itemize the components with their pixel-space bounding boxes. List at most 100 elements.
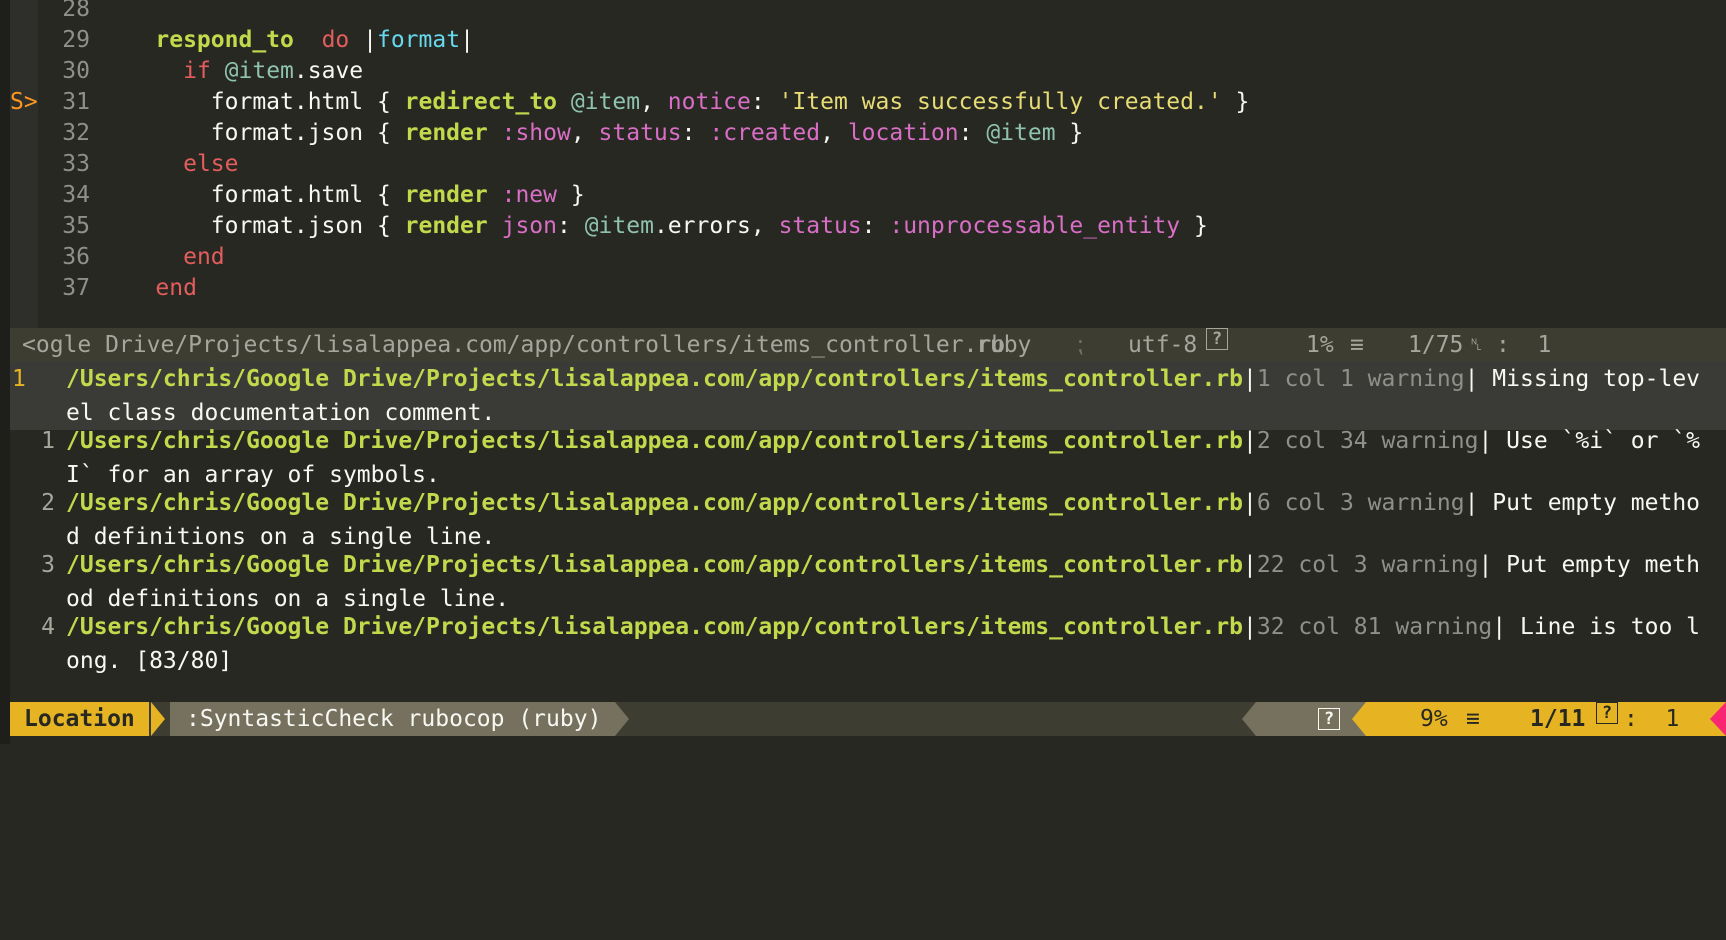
command-separator bbox=[615, 702, 629, 736]
command-line bbox=[10, 736, 1726, 744]
item-line: /Users/chris/Google Drive/Projects/lisal… bbox=[66, 610, 1700, 644]
code-token: , bbox=[820, 120, 848, 146]
item-message: Put empty metho bbox=[1478, 490, 1701, 516]
location-list[interactable]: 1/Users/chris/Google Drive/Projects/lisa… bbox=[10, 362, 1726, 702]
code-text: format.html { render :new } bbox=[100, 178, 585, 212]
code-token: @item bbox=[986, 120, 1056, 146]
separator: | bbox=[1243, 614, 1257, 640]
syntax-sign: S> bbox=[10, 89, 38, 115]
code-token: : bbox=[556, 213, 585, 239]
code-token: @item bbox=[570, 89, 641, 115]
menu-icon: ≡ bbox=[1350, 332, 1364, 358]
location-list-item[interactable]: 1/Users/chris/Google Drive/Projects/lisa… bbox=[10, 424, 1726, 492]
item-location: 1 col 1 warning bbox=[1256, 366, 1465, 392]
separator: | bbox=[1478, 428, 1493, 454]
code-text: end bbox=[100, 240, 225, 274]
unknown-segment: ? bbox=[1256, 702, 1366, 736]
item-location: 22 col 3 warning bbox=[1256, 552, 1479, 578]
item-message-wrap: ong. [83/80] bbox=[66, 648, 233, 674]
code-text: else bbox=[100, 147, 238, 181]
status-line: <ogle Drive/Projects/lisalappea.com/app/… bbox=[10, 328, 1726, 362]
item-message: Put empty meth bbox=[1492, 552, 1701, 578]
mode-separator bbox=[151, 702, 165, 736]
item-line: /Users/chris/Google Drive/Projects/lisal… bbox=[66, 424, 1700, 458]
command-label: :SyntasticCheck rubocop (ruby) bbox=[170, 702, 616, 736]
location-list-item[interactable]: 1/Users/chris/Google Drive/Projects/lisa… bbox=[10, 362, 1726, 430]
code-editor[interactable]: 28 29 respond_to do |format| 30 if @item.s… bbox=[10, 0, 1726, 328]
code-text: respond_to do |format| bbox=[100, 23, 474, 57]
code-text: end bbox=[100, 271, 197, 305]
code-token: if bbox=[183, 58, 211, 84]
separator: | bbox=[1243, 552, 1257, 578]
code-token: format bbox=[376, 27, 461, 53]
location-list-item[interactable]: 3/Users/chris/Google Drive/Projects/lisa… bbox=[10, 548, 1726, 616]
code-token: format.json { bbox=[100, 213, 405, 239]
code-token: } bbox=[1055, 120, 1084, 146]
item-number: 4 bbox=[41, 614, 55, 640]
right-separator bbox=[1242, 702, 1256, 736]
item-location: 2 col 34 warning bbox=[1256, 428, 1479, 454]
line-number: 36 bbox=[62, 244, 90, 270]
file-encoding: utf-8 bbox=[1128, 332, 1198, 358]
code-token: end bbox=[183, 244, 225, 270]
sign-column bbox=[10, 0, 38, 328]
file-path: /Users/chris/Google Drive/Projects/lisal… bbox=[66, 428, 1244, 454]
column-number: : 1 bbox=[1496, 332, 1552, 358]
code-token: .save bbox=[293, 58, 364, 84]
code-token: : bbox=[958, 120, 987, 146]
cursor-position: 1/11 bbox=[1530, 706, 1586, 732]
code-token: format.json { bbox=[100, 120, 405, 146]
window-left-edge bbox=[0, 0, 10, 744]
cursor-position: 1/75 bbox=[1408, 332, 1464, 358]
position-separator bbox=[1352, 702, 1366, 736]
item-number: 1 bbox=[41, 428, 55, 454]
item-message: Use `%i` or `% bbox=[1492, 428, 1701, 454]
code-token: : bbox=[681, 120, 710, 146]
code-token: : bbox=[750, 89, 779, 115]
column-number: : 1 bbox=[1624, 706, 1680, 732]
code-token: | bbox=[349, 27, 377, 53]
item-location: 32 col 81 warning bbox=[1256, 614, 1493, 640]
code-token: .errors, bbox=[653, 213, 779, 239]
file-path: /Users/chris/Google Drive/Projects/lisal… bbox=[66, 552, 1244, 578]
scroll-percent: 1% bbox=[1306, 332, 1334, 358]
line-number: 32 bbox=[62, 120, 90, 146]
separator: | bbox=[1243, 428, 1257, 454]
line-number: 34 bbox=[62, 182, 90, 208]
code-token: render bbox=[404, 120, 488, 146]
item-message: Missing top-lev bbox=[1478, 366, 1701, 392]
code-text: format.html { redirect_to @item, notice:… bbox=[100, 85, 1250, 119]
location-list-statusbar: Location :SyntasticCheck rubocop (ruby) … bbox=[10, 702, 1726, 736]
code-token: format.html { bbox=[100, 182, 405, 208]
code-token: :new bbox=[501, 182, 557, 208]
file-path: /Users/chris/Google Drive/Projects/lisal… bbox=[66, 490, 1244, 516]
file-path: <ogle Drive/Projects/lisalappea.com/app/… bbox=[22, 332, 1006, 358]
separator: | bbox=[1243, 366, 1257, 392]
code-token: format.html { bbox=[100, 89, 405, 115]
filetype: ruby bbox=[976, 332, 1032, 358]
separator: | bbox=[1243, 490, 1257, 516]
item-location: 6 col 3 warning bbox=[1256, 490, 1465, 516]
location-list-item[interactable]: 2/Users/chris/Google Drive/Projects/lisa… bbox=[10, 486, 1726, 554]
code-token: end bbox=[155, 275, 197, 301]
item-message: Line is too l bbox=[1506, 614, 1701, 640]
location-list-item[interactable]: 4/Users/chris/Google Drive/Projects/lisa… bbox=[10, 610, 1726, 678]
line-number: 35 bbox=[62, 213, 90, 239]
code-token: } bbox=[1221, 89, 1250, 115]
code-token: render bbox=[404, 213, 488, 239]
line-number: 31 bbox=[62, 89, 90, 115]
separator: | bbox=[1478, 552, 1493, 578]
code-token: location bbox=[847, 120, 959, 146]
code-text: if @item.save bbox=[100, 54, 363, 88]
code-text: format.json { render json: @item.errors,… bbox=[100, 209, 1208, 243]
item-line: /Users/chris/Google Drive/Projects/lisal… bbox=[66, 548, 1700, 582]
separator: | bbox=[1464, 490, 1479, 516]
code-token: :show bbox=[501, 120, 571, 146]
